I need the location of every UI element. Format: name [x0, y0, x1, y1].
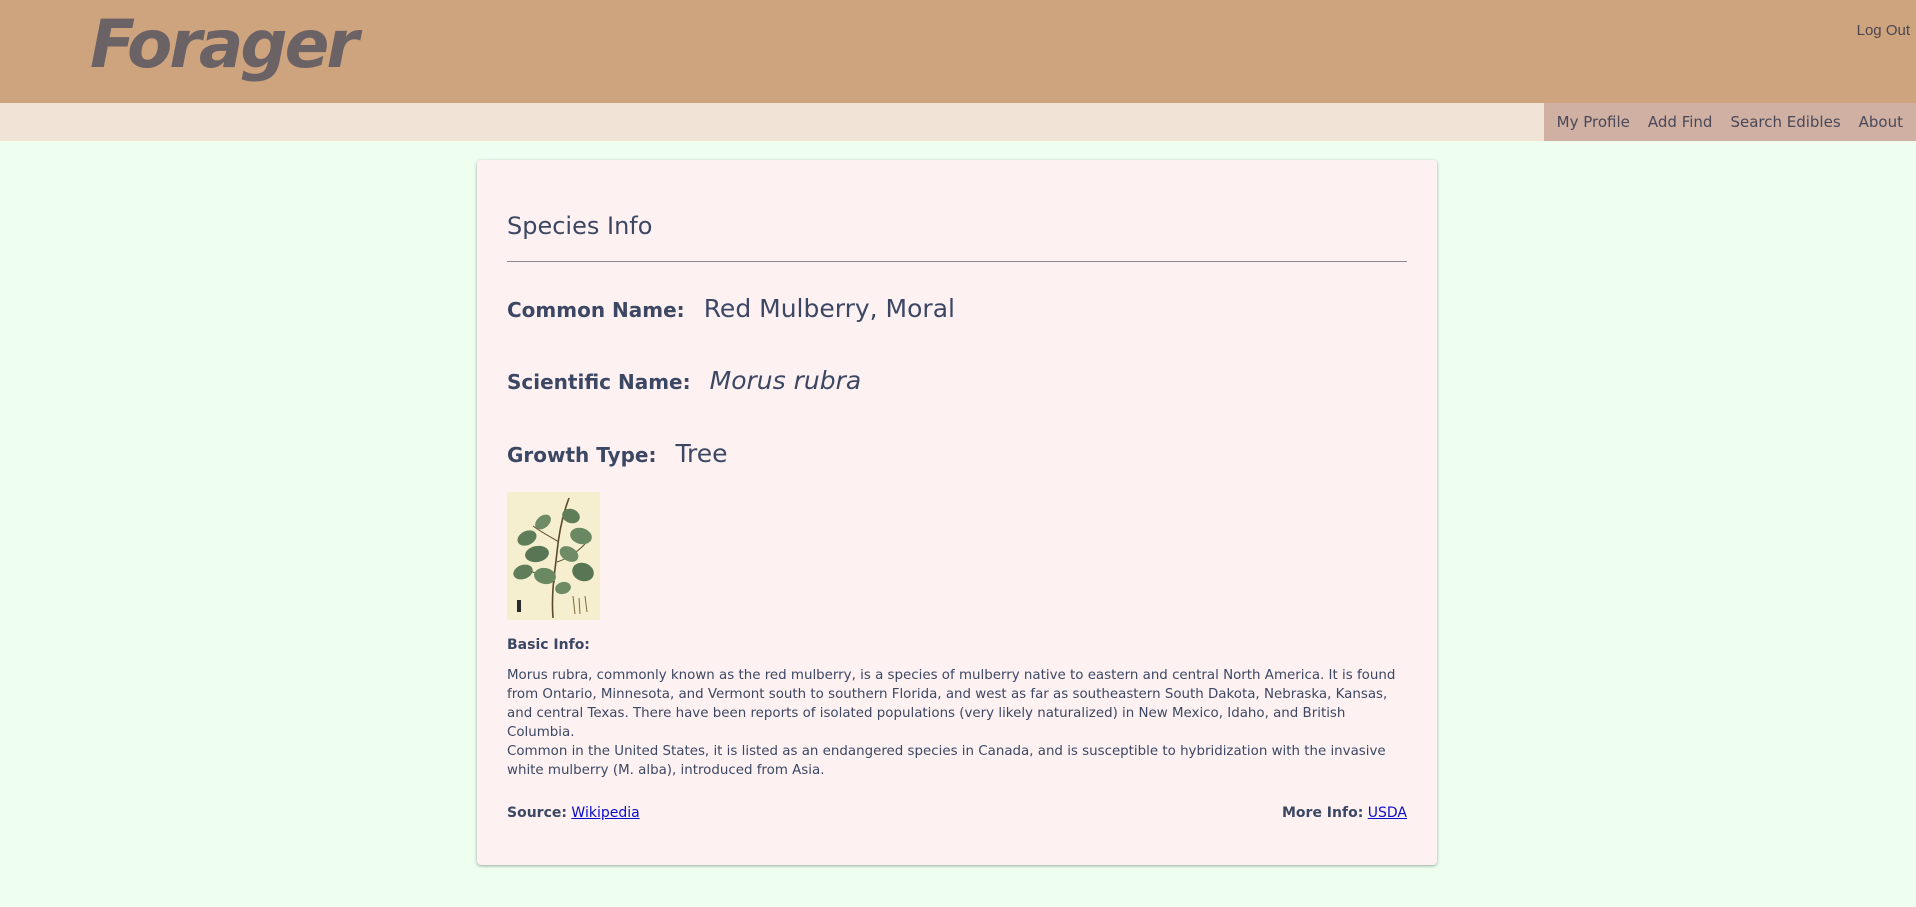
- title-divider: [507, 261, 1407, 262]
- growth-type-row: Growth Type: Tree: [507, 439, 728, 468]
- nav-my-profile[interactable]: My Profile: [1548, 113, 1639, 131]
- source-label: Source:: [507, 805, 567, 821]
- nav-about[interactable]: About: [1850, 113, 1912, 131]
- source-wikipedia-link[interactable]: Wikipedia: [571, 805, 639, 821]
- basic-info-label: Basic Info:: [507, 637, 590, 653]
- more-info-label: More Info:: [1281, 805, 1364, 821]
- growth-type-value: Tree: [675, 439, 728, 468]
- scientific-name-row: Scientific Name: Morus rubra: [507, 366, 861, 395]
- scientific-name-label: Scientific Name:: [507, 370, 691, 394]
- nav-add-find[interactable]: Add Find: [1639, 113, 1722, 131]
- plant-illustration-icon: [507, 492, 600, 620]
- site-header: Forager Log Out: [0, 0, 1916, 103]
- page-title: Species Info: [507, 212, 653, 240]
- basic-info-paragraph-2: Common in the United States, it is liste…: [507, 744, 1386, 778]
- growth-type-label: Growth Type:: [507, 443, 657, 467]
- more-info-row: More Info: USDA: [1282, 805, 1407, 821]
- nav-bar: My Profile Add Find Search Edibles About: [0, 103, 1916, 141]
- nav-search-edibles[interactable]: Search Edibles: [1721, 113, 1849, 131]
- common-name-value: Red Mulberry, Moral: [703, 294, 955, 323]
- scientific-name-value: Morus rubra: [709, 366, 862, 395]
- logout-link[interactable]: Log Out: [1857, 22, 1910, 39]
- nav-links: My Profile Add Find Search Edibles About: [1543, 103, 1916, 141]
- common-name-row: Common Name: Red Mulberry, Moral: [507, 294, 955, 323]
- species-card: Species Info Common Name: Red Mulberry, …: [477, 160, 1437, 865]
- common-name-label: Common Name:: [507, 298, 685, 322]
- basic-info-paragraph-1: Morus rubra, commonly known as the red m…: [507, 668, 1396, 740]
- more-info-usda-link[interactable]: USDA: [1368, 805, 1407, 821]
- source-row: Source: Wikipedia: [507, 805, 640, 821]
- site-logo[interactable]: Forager: [90, 6, 359, 83]
